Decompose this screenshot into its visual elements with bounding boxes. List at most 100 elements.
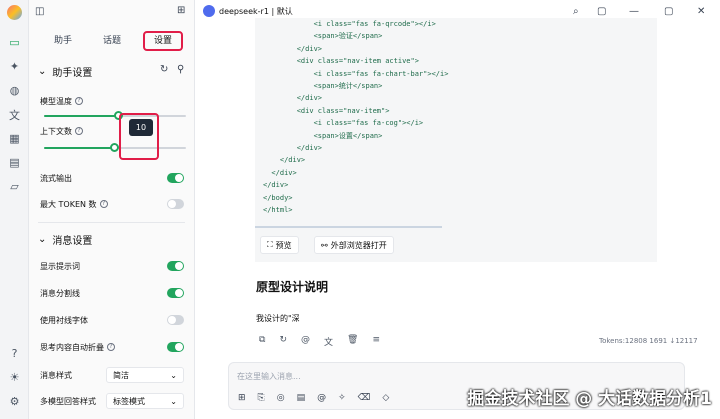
mention-model-icon[interactable]: @ (317, 393, 326, 403)
regenerate-icon[interactable]: ↻ (279, 335, 287, 348)
multi-model-row: 多模型回答样式 标签模式 ⌄ (40, 393, 184, 409)
clear-context-icon[interactable]: ⌫ (358, 393, 371, 403)
chevron-down-icon: ⌄ (38, 66, 47, 77)
open-external-button[interactable]: ⚯ 外部浏览器打开 (314, 236, 394, 254)
settings-panel: ◫ ⊞ 助手 话题 设置 ⌄ 助手设置 ↻ ⚲ 模型温度? 上下文数? 10 流… (29, 0, 195, 419)
message-heading: 原型设计说明 (256, 280, 329, 294)
show-prompt-label: 显示提示词 (40, 261, 80, 271)
context-count-label: 上下文数 (40, 126, 72, 136)
help-circle-icon[interactable]: ? (107, 343, 115, 351)
web-search-icon[interactable]: ◎ (277, 393, 285, 403)
show-prompt-toggle[interactable] (167, 261, 184, 271)
palette-icon[interactable]: ◍ (7, 83, 22, 98)
code-line: </html> (263, 206, 293, 215)
link-icon: ⚯ (321, 240, 328, 250)
copy-icon[interactable]: ⧉ (259, 335, 265, 348)
context-count-row: 上下文数? (40, 124, 184, 138)
app-logo-icon (7, 5, 22, 20)
model-name: deepseek-r1 | 默认 (219, 6, 293, 16)
tab-topics[interactable]: 话题 (92, 31, 132, 51)
message-style-select[interactable]: 简洁 ⌄ (106, 367, 184, 383)
chat-icon[interactable]: ▭ (7, 35, 22, 50)
code-line: </div> (263, 156, 306, 165)
reset-icon[interactable]: ↻ (160, 64, 168, 75)
help-circle-icon[interactable]: ? (75, 97, 83, 105)
collapse-sidebar-icon[interactable]: ◫ (35, 6, 44, 17)
tab-assistant[interactable]: 助手 (43, 31, 83, 51)
help-circle-icon[interactable]: ? (99, 200, 108, 208)
section-title: 助手设置 (52, 68, 93, 79)
attachment-icon[interactable]: ⎘ (258, 393, 265, 403)
chevron-down-icon: ⌄ (170, 370, 177, 380)
stream-output-label: 流式输出 (40, 173, 72, 183)
show-prompt-row: 显示提示词 (40, 259, 184, 273)
highlight-box (119, 113, 159, 160)
help-circle-icon[interactable]: ? (75, 127, 83, 135)
preview-label: 预览 (275, 240, 292, 250)
chevron-down-icon: ⌄ (38, 234, 47, 245)
slider-fill (44, 147, 115, 149)
translate-icon[interactable]: 文 (324, 335, 333, 348)
brightness-icon[interactable]: ☀ (7, 370, 22, 385)
search-icon[interactable]: ⌕ (573, 6, 579, 17)
code-line: <i class="fas fa-qrcode"></i> (263, 20, 436, 28)
panel-tabs: 助手 话题 设置 (29, 31, 195, 51)
serif-font-toggle[interactable] (167, 315, 184, 325)
max-token-row: 最大 TOKEN 数? (40, 197, 184, 211)
menu-icon[interactable]: ≡ (372, 335, 380, 348)
code-line: <div class="nav-item active"> (263, 57, 419, 66)
multi-model-select[interactable]: 标签模式 ⌄ (106, 393, 184, 409)
folder-icon[interactable]: ▱ (7, 179, 22, 194)
model-selector[interactable]: deepseek-r1 | 默认 (203, 5, 293, 17)
code-line: <div class="nav-item"> (263, 106, 390, 115)
eraser-icon[interactable]: ◇ (382, 393, 389, 403)
code-line: <i class="fas fa-chart-bar"></i> (263, 69, 449, 78)
select-value: 简洁 (113, 370, 129, 380)
document-icon[interactable]: ▤ (7, 155, 22, 170)
expand-icon: ⛶ (267, 240, 273, 249)
code-line: </div> (263, 168, 297, 177)
message-divider-row: 消息分割线 (40, 286, 184, 300)
chat-main: deepseek-r1 | 默认 ⌕ ▢ — ▢ ✕ <i class="fas… (195, 0, 720, 419)
new-chat-icon[interactable]: ⊞ (177, 5, 185, 16)
minimize-icon[interactable]: — (629, 6, 639, 17)
tab-settings[interactable]: 设置 (143, 31, 183, 51)
message-input-placeholder[interactable]: 在这里输入消息... (237, 371, 301, 382)
multi-model-label: 多模型回答样式 (40, 396, 96, 406)
layout-icon[interactable]: ▢ (597, 6, 606, 17)
code-line: <span>设置</span> (263, 131, 383, 140)
code-line: <span>统计</span> (263, 82, 383, 91)
sparkle-icon[interactable]: ✦ (7, 59, 22, 74)
model-temp-slider[interactable] (44, 111, 186, 120)
generate-image-icon[interactable]: ✧ (338, 393, 346, 403)
max-token-toggle[interactable] (167, 199, 184, 209)
stream-output-toggle[interactable] (167, 173, 184, 183)
auto-collapse-toggle[interactable] (167, 342, 184, 352)
quick-phrase-icon[interactable]: ⊞ (238, 393, 246, 403)
delete-icon[interactable]: 🗑 (347, 335, 358, 348)
settings-gear-icon[interactable]: ⚙ (7, 394, 22, 409)
slider-thumb[interactable] (110, 143, 119, 152)
open-external-label: 外部浏览器打开 (330, 240, 387, 250)
close-icon[interactable]: ✕ (697, 6, 705, 17)
help-icon[interactable]: ? (7, 346, 22, 361)
message-divider-toggle[interactable] (167, 288, 184, 298)
sliders-icon[interactable]: ⚲ (177, 64, 184, 75)
preview-button[interactable]: ⛶ 预览 (260, 236, 299, 254)
knowledge-icon[interactable]: ▤ (297, 393, 306, 403)
code-line: </div> (263, 144, 323, 153)
apps-icon[interactable]: ▦ (7, 131, 22, 146)
context-count-slider[interactable] (44, 143, 186, 152)
code-actions-bar: ⛶ 预览 ⚯ 外部浏览器打开 (255, 228, 657, 262)
code-line: </body> (263, 193, 293, 202)
maximize-icon[interactable]: ▢ (664, 6, 673, 17)
message-settings-header[interactable]: ⌄ 消息设置 (38, 232, 92, 247)
translate-icon[interactable]: 文 (7, 107, 22, 122)
divider (38, 222, 185, 223)
section-title: 消息设置 (52, 236, 93, 247)
assistant-settings-header[interactable]: ⌄ 助手设置 (38, 64, 92, 79)
app-window: ▭ ✦ ◍ 文 ▦ ▤ ▱ ? ☀ ⚙ ◫ ⊞ 助手 话题 设置 ⌄ 助手设置 … (0, 0, 720, 419)
code-block: <i class="fas fa-qrcode"></i> <span>验证</… (255, 18, 657, 228)
select-value: 标签模式 (113, 396, 145, 406)
at-mention-icon[interactable]: @ (301, 335, 310, 348)
